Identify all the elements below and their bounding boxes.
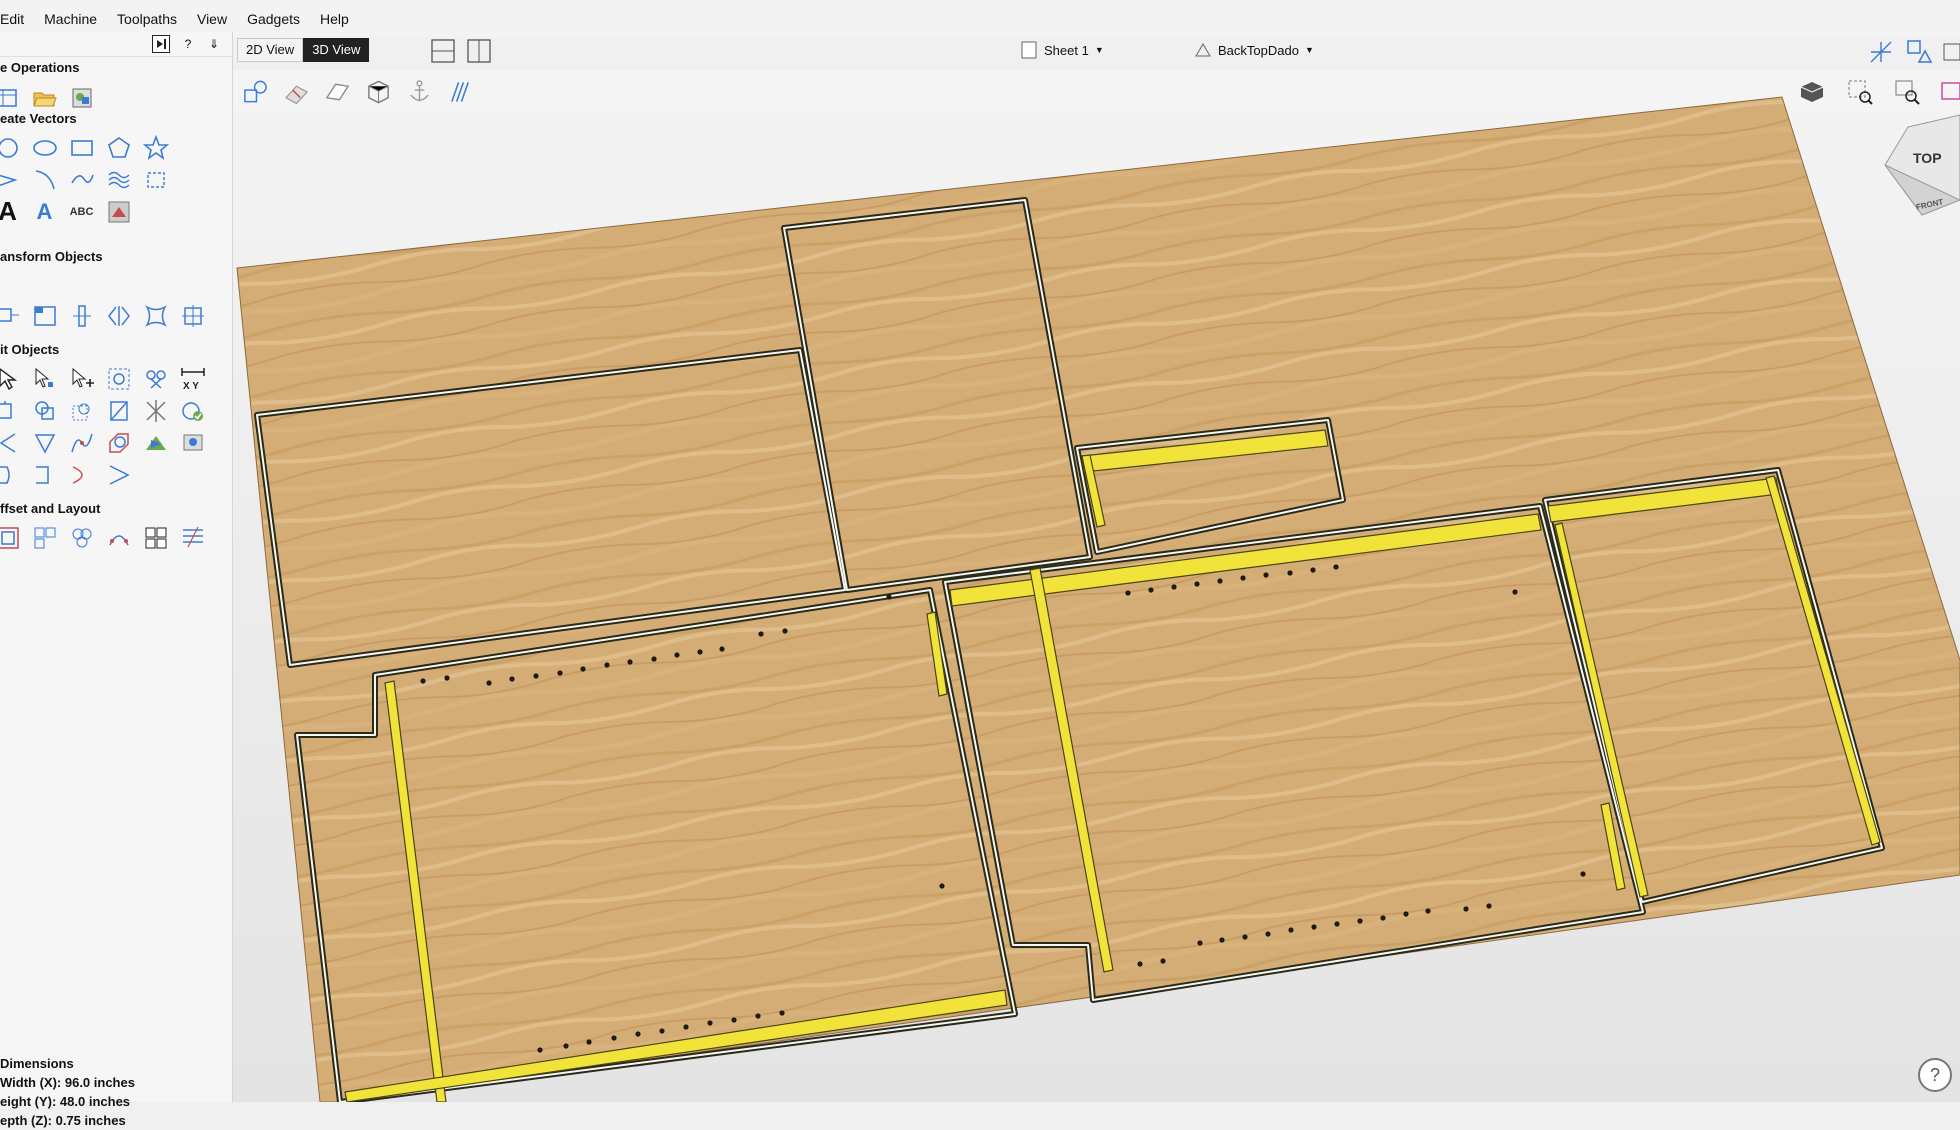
3d-scene: TOP FRONT [236,96,1960,1102]
material-sheet [236,96,1960,1102]
cube-top-label: TOP [1913,150,1942,166]
view-cube[interactable]: TOP FRONT [1884,114,1960,216]
dimension-depth: epth (Z): 0.75 inches [0,1113,126,1128]
help-button[interactable]: ? [1918,1058,1952,1092]
